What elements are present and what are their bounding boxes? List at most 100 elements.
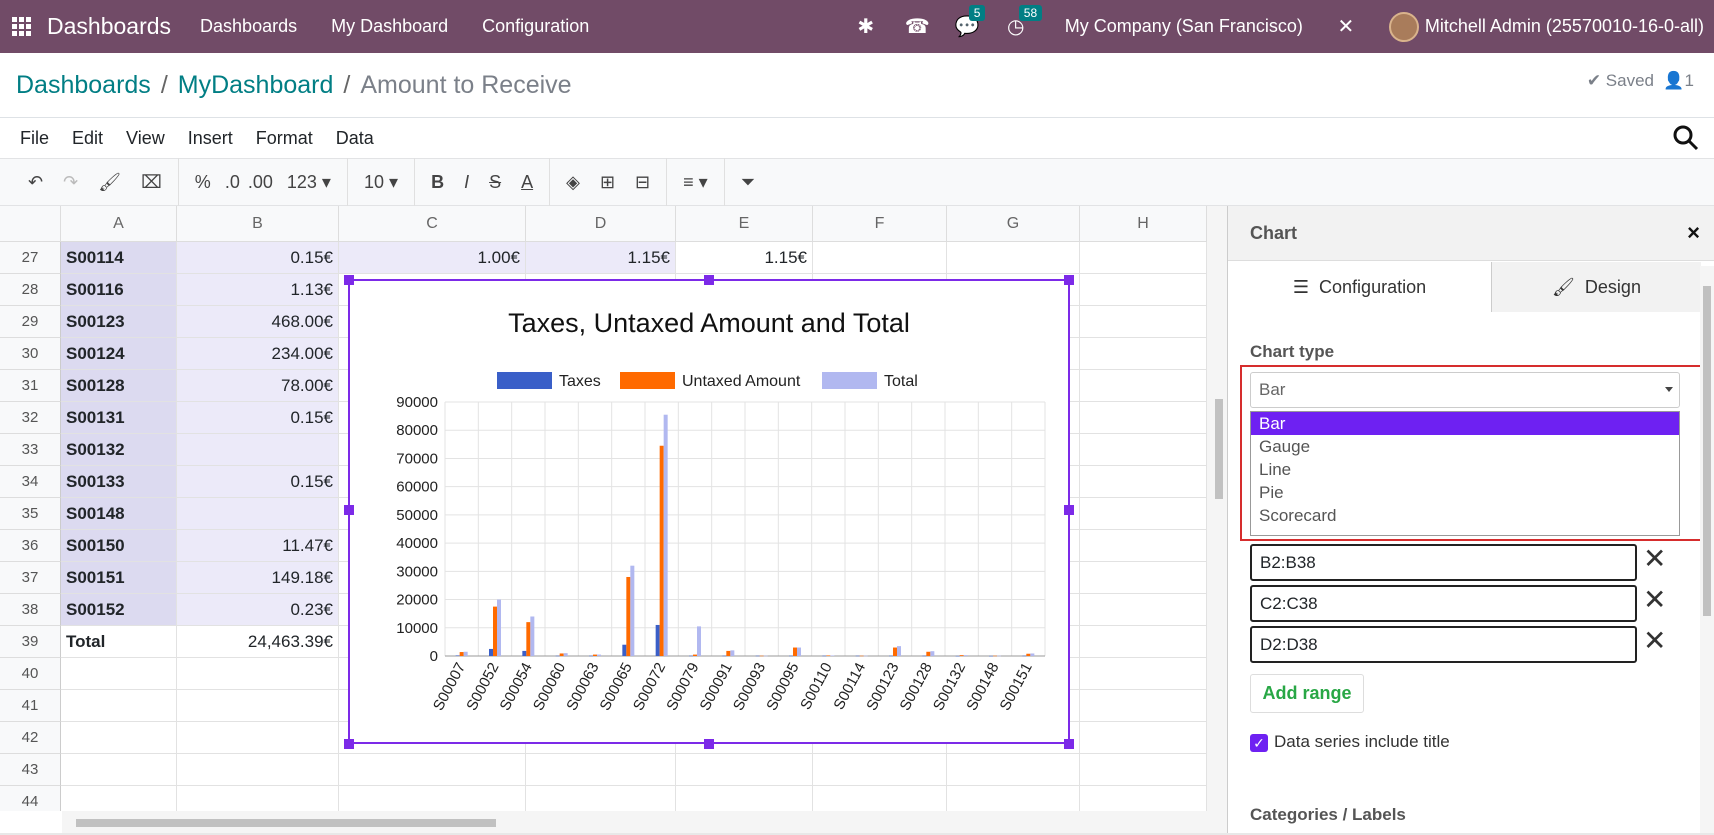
row-header[interactable]: 39 [0,626,61,658]
cell[interactable]: S00116 [61,274,177,306]
cell[interactable]: 24,463.39€ [177,626,339,658]
cell[interactable] [1080,690,1207,722]
clock-icon[interactable]: ◷ 58 [1005,5,1043,39]
remove-range-icon[interactable]: ✕ [1643,583,1666,616]
scrollbar-thumb[interactable] [1215,399,1223,499]
filter-icon[interactable]: ⏷ [731,172,765,193]
resize-handle[interactable] [344,275,354,285]
cell[interactable]: 78.00€ [177,370,339,402]
cell[interactable]: 0.15€ [177,242,339,274]
row-header[interactable]: 42 [0,722,61,754]
tab-design[interactable]: 🖌 Design [1492,262,1701,312]
breadcrumb-dashboards[interactable]: Dashboards [16,71,151,100]
text-color-icon[interactable]: A [511,172,543,193]
resize-handle[interactable] [1064,275,1074,285]
apps-menu-icon[interactable] [0,0,42,53]
range-input[interactable]: C2:C38 [1250,585,1637,622]
decrease-decimal-button[interactable]: .0 [221,172,244,193]
cell[interactable]: 1.13€ [177,274,339,306]
cell[interactable] [1080,466,1207,498]
cell[interactable] [177,690,339,722]
nav-configuration[interactable]: Configuration [465,16,606,37]
align-icon[interactable]: ≡ ▾ [673,172,718,193]
include-title-checkbox[interactable]: ✓ [1250,734,1268,752]
resize-handle[interactable] [344,505,354,515]
cell[interactable]: S00148 [61,498,177,530]
row-header[interactable]: 32 [0,402,61,434]
cell[interactable] [61,658,177,690]
clear-format-icon[interactable]: ⌧ [131,172,172,193]
cell[interactable]: S00131 [61,402,177,434]
cell[interactable] [61,722,177,754]
cell[interactable] [676,786,813,811]
cell[interactable]: Total [61,626,177,658]
redo-icon[interactable]: ↷ [53,172,88,193]
row-header[interactable]: 40 [0,658,61,690]
merge-cells-icon[interactable]: ⊟ [625,172,660,193]
cell[interactable] [177,722,339,754]
cell[interactable]: 234.00€ [177,338,339,370]
cell[interactable] [947,754,1080,786]
row-header[interactable]: 44 [0,786,61,811]
row-header[interactable]: 38 [0,594,61,626]
vertical-scrollbar[interactable] [1207,206,1227,811]
phone-icon[interactable]: ☎ [905,14,930,39]
column-header-g[interactable]: G [947,206,1080,242]
cell[interactable] [1080,562,1207,594]
panel-scrollbar[interactable] [1700,266,1714,835]
cell[interactable] [177,498,339,530]
cell[interactable] [1080,658,1207,690]
remove-range-icon[interactable]: ✕ [1643,542,1666,575]
cell[interactable] [339,754,526,786]
chart-figure[interactable]: Taxes, Untaxed Amount and Total Taxes Unta… [344,275,1074,749]
cell[interactable] [339,786,526,811]
row-header[interactable]: 31 [0,370,61,402]
cell[interactable] [1080,530,1207,562]
resize-handle[interactable] [1064,505,1074,515]
row-header[interactable]: 33 [0,434,61,466]
cell[interactable]: S00133 [61,466,177,498]
user-menu[interactable]: Mitchell Admin (25570010-16-0-all) [1425,16,1704,37]
menu-file[interactable]: File [20,128,49,149]
add-range-button[interactable]: Add range [1250,674,1364,713]
fill-color-icon[interactable]: ◈ [556,172,590,193]
cell[interactable] [1080,402,1207,434]
menu-data[interactable]: Data [336,128,374,149]
option-gauge[interactable]: Gauge [1251,435,1679,458]
menu-insert[interactable]: Insert [188,128,233,149]
cell[interactable]: S00128 [61,370,177,402]
option-scorecard[interactable]: Scorecard [1251,504,1679,527]
cell[interactable]: S00114 [61,242,177,274]
cell[interactable] [177,786,339,811]
column-header-d[interactable]: D [526,206,676,242]
column-header-e[interactable]: E [676,206,813,242]
cell[interactable]: 1.00€ [339,242,526,274]
row-header[interactable]: 41 [0,690,61,722]
remove-range-icon[interactable]: ✕ [1643,624,1666,657]
option-bar[interactable]: Bar [1251,412,1679,435]
tools-icon[interactable]: ✕ [1335,14,1357,39]
cell[interactable] [676,754,813,786]
paint-format-icon[interactable]: 🖌 [88,172,131,193]
cell[interactable] [61,786,177,811]
cell[interactable]: S00124 [61,338,177,370]
menu-edit[interactable]: Edit [72,128,103,149]
resize-handle[interactable] [704,275,714,285]
row-header[interactable]: 29 [0,306,61,338]
cell[interactable]: S00151 [61,562,177,594]
row-header[interactable]: 27 [0,242,61,274]
undo-icon[interactable]: ↶ [18,172,53,193]
cell[interactable]: 0.23€ [177,594,339,626]
column-header-b[interactable]: B [177,206,339,242]
option-line[interactable]: Line [1251,458,1679,481]
cell[interactable] [1080,306,1207,338]
cell[interactable] [177,434,339,466]
borders-icon[interactable]: ⊞ [590,172,625,193]
nav-dashboards[interactable]: Dashboards [183,16,314,37]
scrollbar-thumb[interactable] [76,819,496,827]
cell[interactable]: 149.18€ [177,562,339,594]
range-input[interactable]: B2:B38 [1250,544,1637,581]
cell[interactable]: 1.15€ [676,242,813,274]
nav-my-dashboard[interactable]: My Dashboard [314,16,465,37]
increase-decimal-button[interactable]: .00 [244,172,277,193]
